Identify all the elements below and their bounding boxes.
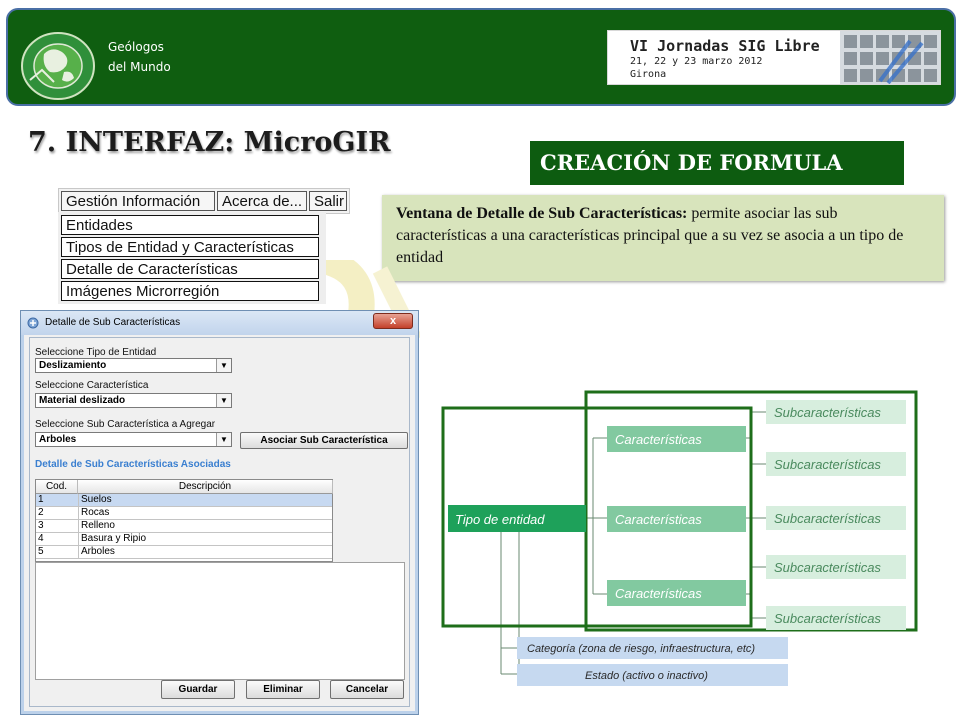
chevron-down-icon[interactable]: ▼ (216, 433, 231, 446)
entity-hierarchy-diagram: Tipo de entidad Características Caracter… (441, 390, 941, 695)
description-box: Ventana de Detalle de Sub Característica… (382, 195, 944, 281)
cell-description: Rocas (78, 507, 331, 519)
cell-description: Arboles (78, 546, 331, 558)
close-icon[interactable]: x (373, 313, 413, 329)
cell-code: 4 (38, 533, 44, 544)
sub-feature-label: Seleccione Sub Característica a Agregar (35, 419, 216, 430)
description-bold: Ventana de Detalle de Sub Característica… (396, 205, 688, 222)
characteristic-node-label: Características (615, 586, 702, 601)
subcharacteristic-node-label: Subcaracterísticas (774, 511, 881, 526)
banner-city: Girona (630, 69, 667, 80)
entity-type-value: Deslizamiento (39, 360, 107, 371)
subcharacteristic-node-label: Subcaracterísticas (774, 611, 881, 626)
characteristic-node-label: Características (615, 512, 702, 527)
table-row[interactable]: 5 Arboles (36, 546, 332, 559)
entity-type-select[interactable]: Deslizamiento ▼ (35, 358, 232, 373)
app-icon (27, 317, 39, 329)
banner-title: VI Jornadas SIG Libre (630, 37, 820, 55)
org-name-line-2: del Mundo (108, 60, 171, 74)
sub-characteristics-dialog: Detalle de Sub Características x Selecci… (20, 310, 419, 715)
column-header-description[interactable]: Descripción (78, 480, 333, 494)
characteristic-node-label: Características (615, 432, 702, 447)
subcharacteristic-node-label: Subcaracterísticas (774, 405, 881, 420)
table-row[interactable]: 1 Suelos (36, 494, 332, 507)
cell-code: 3 (38, 520, 44, 531)
save-button[interactable]: Guardar (161, 680, 235, 699)
globe-logo-icon (21, 32, 95, 100)
delete-button[interactable]: Eliminar (246, 680, 320, 699)
sub-features-table: Cod. Descripción 1 Suelos 2 Rocas 3 Relleno… (35, 479, 333, 562)
state-node-label: Estado (activo o inactivo) (585, 670, 708, 682)
table-row[interactable]: 3 Relleno (36, 520, 332, 533)
banner-dates: 21, 22 y 23 marzo 2012 (630, 56, 763, 67)
subcharacteristic-node-label: Subcaracterísticas (774, 560, 881, 575)
cell-description: Relleno (78, 520, 331, 532)
app-menu-bar: Gestión Información Acerca de... Salir (58, 188, 350, 214)
sub-feature-value: Arboles (39, 434, 77, 445)
category-node-label: Categoría (zona de riesgo, infraestructu… (527, 643, 755, 655)
cell-code: 5 (38, 546, 44, 557)
dialog-titlebar[interactable]: Detalle de Sub Características x (21, 311, 418, 335)
root-node-label: Tipo de entidad (455, 512, 545, 527)
feature-label: Seleccione Característica (35, 380, 149, 391)
cancel-button[interactable]: Cancelar (330, 680, 404, 699)
entity-type-label: Seleccione Tipo de Entidad (35, 347, 157, 358)
table-scroll-area[interactable] (35, 562, 405, 680)
dialog-body: Seleccione Tipo de Entidad Deslizamiento… (29, 337, 410, 707)
menu-item-detalle-caracteristicas[interactable]: Detalle de Características (61, 259, 319, 279)
associate-sub-feature-button[interactable]: Asociar Sub Característica (240, 432, 408, 449)
menu-tab-acerca[interactable]: Acerca de... (217, 191, 307, 211)
table-row[interactable]: 2 Rocas (36, 507, 332, 520)
menu-item-imagenes[interactable]: Imágenes Microrregión (61, 281, 319, 301)
table-title: Detalle de Sub Características Asociadas (35, 459, 231, 470)
org-name-line-1: Geólogos (108, 40, 164, 54)
feature-select[interactable]: Material deslizado ▼ (35, 393, 232, 408)
column-header-code[interactable]: Cod. (36, 480, 78, 494)
menu-item-entidades[interactable]: Entidades (61, 215, 319, 235)
menu-tab-salir[interactable]: Salir (309, 191, 347, 211)
cell-code: 2 (38, 507, 44, 518)
letter-tiles-image (840, 31, 940, 84)
dialog-title: Detalle de Sub Características (45, 317, 181, 328)
cell-description: Suelos (78, 494, 331, 506)
feature-value: Material deslizado (39, 395, 126, 406)
menu-dropdown: Entidades Tipos de Entidad y Característ… (58, 212, 326, 304)
chevron-down-icon[interactable]: ▼ (216, 394, 231, 407)
chevron-down-icon[interactable]: ▼ (216, 359, 231, 372)
menu-item-tipos-entidad[interactable]: Tipos de Entidad y Características (61, 237, 319, 257)
event-banner: VI Jornadas SIG Libre 21, 22 y 23 marzo … (607, 30, 941, 85)
sub-feature-select[interactable]: Arboles ▼ (35, 432, 232, 447)
page-title: 7. INTERFAZ: MicroGIR (28, 127, 391, 158)
cell-code: 1 (38, 494, 44, 505)
subcharacteristic-node-label: Subcaracterísticas (774, 457, 881, 472)
menu-tab-gestion[interactable]: Gestión Información (61, 191, 215, 211)
table-row[interactable]: 4 Basura y Ripio (36, 533, 332, 546)
section-title: CREACIÓN DE FORMULA (530, 141, 904, 185)
cell-description: Basura y Ripio (78, 533, 331, 545)
